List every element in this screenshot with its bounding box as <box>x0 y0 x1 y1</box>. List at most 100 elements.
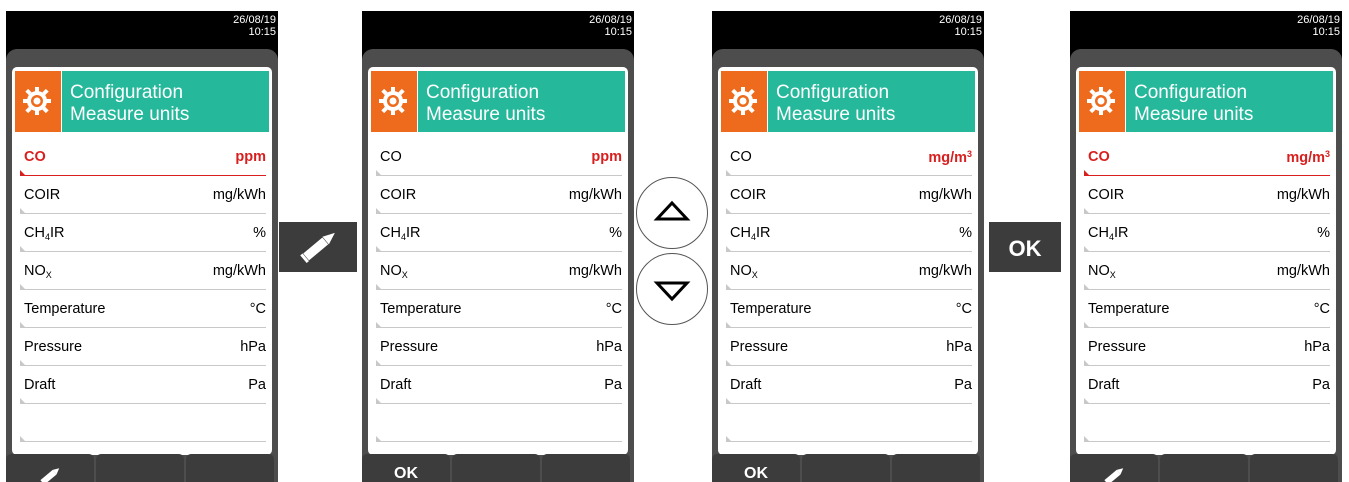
measure-label: Draft <box>24 377 56 393</box>
measure-unit-value: mg/kWh <box>568 263 622 279</box>
softkey-3[interactable] <box>892 454 980 482</box>
lcd-screen: Configuration Measure units CO ppm COIR … <box>12 67 272 455</box>
row-pointer <box>376 360 381 365</box>
measure-row[interactable]: Temperature °C <box>20 290 266 328</box>
measure-unit-value: hPa <box>1304 339 1330 355</box>
softkey-2[interactable] <box>452 454 540 482</box>
measure-label: CO <box>1088 149 1110 165</box>
measure-row[interactable]: Temperature °C <box>1084 290 1330 328</box>
measure-row[interactable]: Draft Pa <box>1084 366 1330 404</box>
measure-unit-value: % <box>609 225 622 241</box>
measure-label: CO <box>380 149 402 165</box>
measure-row[interactable] <box>376 404 622 442</box>
measure-label: NOX <box>380 263 408 280</box>
row-pointer <box>1084 322 1089 327</box>
date-time: 26/08/19 10:15 <box>939 14 982 38</box>
measure-row[interactable]: CH4IR % <box>726 214 972 252</box>
row-pointer <box>726 398 731 403</box>
measure-row[interactable]: CH4IR % <box>376 214 622 252</box>
measure-unit-value: °C <box>249 301 266 317</box>
date-time: 26/08/19 10:15 <box>1297 14 1340 38</box>
settings-gear-badge <box>15 71 61 132</box>
row-pointer <box>20 170 25 175</box>
pencil-icon <box>1104 468 1124 482</box>
softkey-3[interactable] <box>1250 454 1338 482</box>
measure-row[interactable]: NOX mg/kWh <box>376 252 622 290</box>
measure-row[interactable]: CO ppm <box>20 138 266 176</box>
softkey-2[interactable] <box>1160 454 1248 482</box>
measure-row[interactable]: Draft Pa <box>726 366 972 404</box>
measure-row[interactable] <box>726 404 972 442</box>
softkey-2[interactable] <box>96 454 184 482</box>
arrow-up-icon <box>653 200 691 221</box>
softkey-1[interactable] <box>1070 454 1158 482</box>
measure-label: Draft <box>380 377 412 393</box>
measure-row[interactable]: COIR mg/kWh <box>376 176 622 214</box>
measure-unit-value: Pa <box>954 377 972 393</box>
measure-row[interactable]: Draft Pa <box>20 366 266 404</box>
measure-row[interactable]: COIR mg/kWh <box>20 176 266 214</box>
measure-row[interactable]: CO mg/m3 <box>1084 138 1330 176</box>
measure-row[interactable]: NOX mg/kWh <box>20 252 266 290</box>
row-pointer <box>20 398 25 403</box>
measure-row[interactable]: CH4IR % <box>20 214 266 252</box>
measure-label: Pressure <box>730 339 789 355</box>
softkey-3[interactable] <box>186 454 274 482</box>
softkey-3[interactable] <box>542 454 630 482</box>
row-pointer <box>376 170 381 175</box>
measure-label: COIR <box>1088 187 1125 203</box>
device-screen-2: 26/08/19 10:15 Configuration Measure uni… <box>362 11 634 482</box>
ok-step-indicator: OK <box>989 222 1061 272</box>
arrow-up-button[interactable] <box>636 177 708 249</box>
softkey-1[interactable] <box>6 454 94 482</box>
row-pointer <box>1084 170 1089 175</box>
row-pointer <box>20 284 25 289</box>
arrow-down-icon <box>653 281 691 302</box>
measure-row[interactable]: Pressure hPa <box>376 328 622 366</box>
measure-row[interactable]: NOX mg/kWh <box>1084 252 1330 290</box>
measure-row[interactable] <box>20 404 266 442</box>
softkey-2[interactable] <box>802 454 890 482</box>
measure-label: NOX <box>730 263 758 280</box>
lcd-screen: Configuration Measure units CO mg/m3 COI… <box>718 67 978 455</box>
row-pointer <box>376 322 381 327</box>
measure-row[interactable]: Draft Pa <box>376 366 622 404</box>
row-pointer <box>1084 360 1089 365</box>
measure-label: CH4IR <box>730 225 771 242</box>
settings-gear-badge <box>371 71 417 132</box>
row-pointer <box>726 284 731 289</box>
measure-unit-value: % <box>253 225 266 241</box>
row-pointer <box>726 170 731 175</box>
softkey-1[interactable]: OK <box>362 454 450 482</box>
device-screen-3: 26/08/19 10:15 Configuration Measure uni… <box>712 11 984 482</box>
softkey-label: OK <box>394 465 418 482</box>
pencil-icon <box>300 232 335 264</box>
measure-unit-value: % <box>1317 225 1330 241</box>
measure-unit-value: mg/kWh <box>568 187 622 203</box>
measure-row[interactable] <box>1084 404 1330 442</box>
row-pointer <box>376 398 381 403</box>
measure-row[interactable]: Temperature °C <box>376 290 622 328</box>
measure-row[interactable]: CO mg/m3 <box>726 138 972 176</box>
row-pointer <box>20 322 25 327</box>
measure-unit-value: mg/kWh <box>918 263 972 279</box>
measure-row[interactable]: CH4IR % <box>1084 214 1330 252</box>
measure-row[interactable]: NOX mg/kWh <box>726 252 972 290</box>
measure-unit-value: % <box>959 225 972 241</box>
row-pointer <box>726 436 731 441</box>
measure-unit-value: ppm <box>591 149 622 165</box>
softkey-1[interactable]: OK <box>712 454 800 482</box>
measure-row[interactable]: COIR mg/kWh <box>1084 176 1330 214</box>
softkey-label: OK <box>744 465 768 482</box>
measure-row[interactable]: COIR mg/kWh <box>726 176 972 214</box>
arrow-down-button[interactable] <box>636 253 708 325</box>
measure-row[interactable]: Pressure hPa <box>20 328 266 366</box>
device-frame: Configuration Measure units CO ppm COIR … <box>6 49 278 482</box>
measure-row[interactable]: Temperature °C <box>726 290 972 328</box>
measure-unit-value: ppm <box>235 149 266 165</box>
measure-row[interactable]: Pressure hPa <box>1084 328 1330 366</box>
measure-row[interactable]: Pressure hPa <box>726 328 972 366</box>
measure-row[interactable]: CO ppm <box>376 138 622 176</box>
row-pointer <box>1084 246 1089 251</box>
gear-icon <box>1087 87 1115 115</box>
